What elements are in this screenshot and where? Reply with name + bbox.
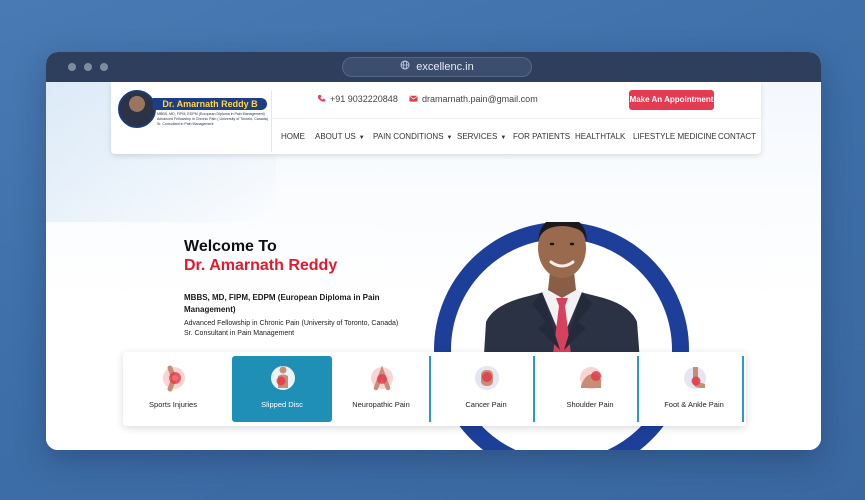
category-slipped-disc[interactable]: Slipped Disc [232, 356, 332, 422]
knee-pain-icon [160, 364, 188, 392]
nav-contact[interactable]: CONTACT [718, 132, 756, 141]
doctor-avatar [118, 90, 156, 128]
logo-consultant: Sr. Consultant in Pain Management [157, 122, 214, 126]
webpage: Dr. Amarnath Reddy B MBBS, MD, FIPM, EDP… [46, 82, 821, 450]
category-cancer-pain[interactable]: Cancer Pain [436, 352, 536, 426]
phone-number: +91 9032220848 [330, 94, 398, 104]
hero-fellowship: Advanced Fellowship in Chronic Pain (Uni… [184, 320, 399, 327]
site-header: Dr. Amarnath Reddy B MBBS, MD, FIPM, EDP… [111, 82, 761, 154]
category-label: Cancer Pain [465, 400, 507, 409]
category-label: Slipped Disc [261, 400, 303, 409]
header-divider [271, 90, 272, 152]
category-separator [742, 356, 744, 422]
category-label: Neuropathic Pain [352, 400, 410, 409]
email-icon [409, 94, 418, 103]
category-separator [429, 356, 431, 422]
shoulder-pain-icon [577, 364, 605, 392]
logo-name: Dr. Amarnath Reddy B [153, 98, 267, 110]
category-label: Foot & Ankle Pain [664, 400, 724, 409]
category-neuropathic-pain[interactable]: Neuropathic Pain [331, 352, 431, 426]
nav-about-us[interactable]: ABOUT US ▼ [315, 132, 365, 141]
pain-categories: Sports Injuries Slipped Disc Neuropathic… [123, 352, 746, 426]
caret-down-icon: ▼ [446, 135, 453, 141]
cancer-pain-icon [473, 364, 501, 392]
nav-home[interactable]: HOME [281, 132, 305, 141]
category-separator [637, 356, 639, 422]
hero-doctor-name: Dr. Amarnath Reddy [184, 257, 338, 274]
nav-pain-conditions[interactable]: PAIN CONDITIONS ▼ [373, 132, 452, 141]
address-url: excellenc.in [416, 61, 474, 73]
site-logo[interactable]: Dr. Amarnath Reddy B MBBS, MD, FIPM, EDP… [115, 88, 268, 134]
back-pain-icon [269, 364, 297, 392]
window-close-dot[interactable] [68, 63, 76, 71]
nav-divider [272, 118, 761, 119]
phone-icon [317, 94, 326, 103]
browser-window: excellenc.in Dr. Amarnath Reddy B MBBS, … [46, 52, 821, 450]
category-sports-injuries[interactable]: Sports Injuries [123, 352, 223, 426]
category-label: Sports Injuries [149, 400, 197, 409]
hero-welcome: Welcome To [184, 238, 277, 255]
window-maximize-dot[interactable] [100, 63, 108, 71]
leg-pain-icon [368, 364, 396, 392]
caret-down-icon: ▼ [358, 135, 365, 141]
category-label: Shoulder Pain [566, 400, 614, 409]
caret-down-icon: ▼ [500, 135, 507, 141]
hero-consultant: Sr. Consultant in Pain Management [184, 330, 295, 337]
window-minimize-dot[interactable] [84, 63, 92, 71]
logo-degrees: MBBS, MD, FIPM, EDPM (European Diploma i… [157, 112, 265, 116]
phone-link[interactable]: +91 9032220848 [317, 94, 398, 104]
email-link[interactable]: dramarnath.pain@gmail.com [409, 94, 538, 104]
email-address: dramarnath.pain@gmail.com [422, 94, 538, 104]
nav-for-patients[interactable]: FOR PATIENTS [513, 132, 570, 141]
nav-services[interactable]: SERVICES ▼ [457, 132, 506, 141]
category-foot-ankle-pain[interactable]: Foot & Ankle Pain [644, 352, 744, 426]
address-bar[interactable]: excellenc.in [342, 57, 532, 77]
hero-degrees: MBBS, MD, FIPM, EDPM (European Diploma i… [184, 293, 380, 314]
nav-lifestyle-medicine[interactable]: LIFESTYLE MEDICINE [633, 132, 717, 141]
nav-healthtalk[interactable]: HEALTHTALK [575, 132, 625, 141]
make-appointment-button[interactable]: Make An Appointment [629, 90, 714, 110]
globe-icon [400, 58, 410, 76]
ankle-pain-icon [681, 364, 709, 392]
category-separator [533, 356, 535, 422]
browser-titlebar: excellenc.in [46, 52, 821, 82]
category-shoulder-pain[interactable]: Shoulder Pain [540, 352, 640, 426]
logo-fellowship: Advanced Fellowship in Chronic Pain ( Un… [157, 117, 268, 121]
